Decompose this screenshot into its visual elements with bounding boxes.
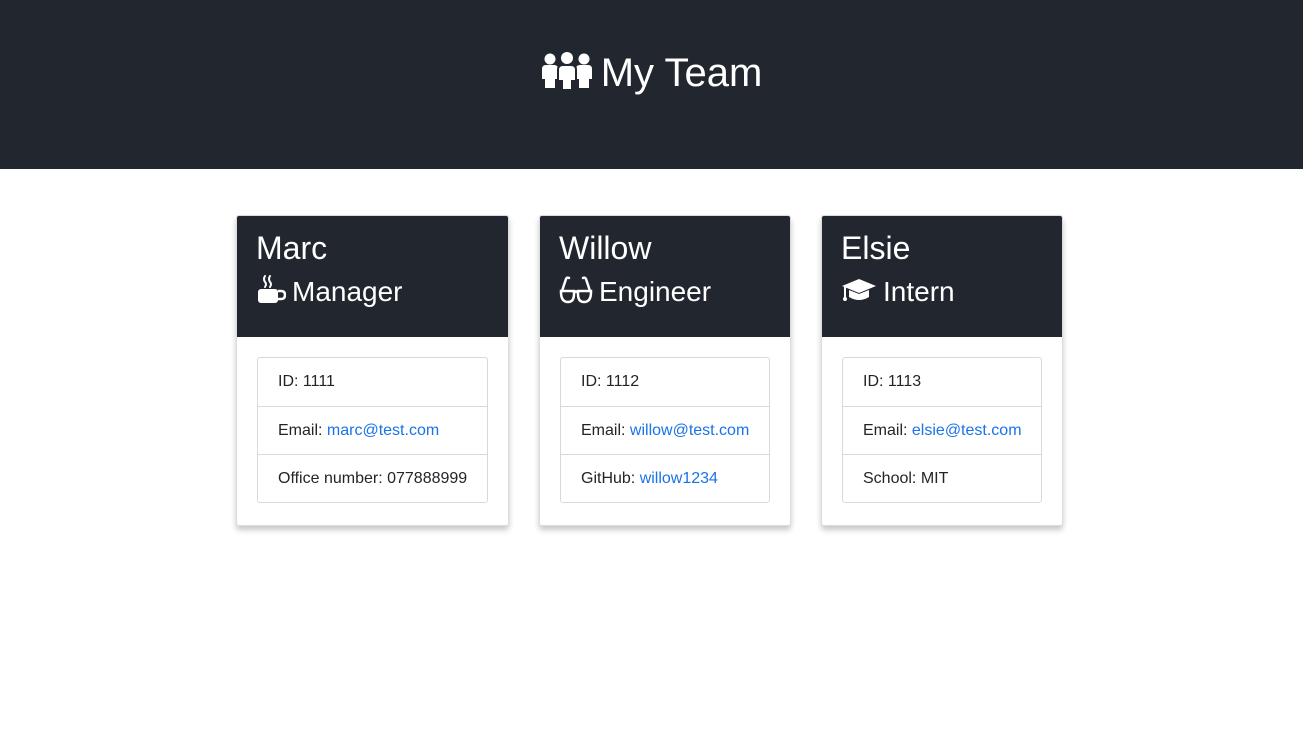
employee-role-label: Manager [292, 276, 403, 307]
coffee-mug-icon [258, 275, 286, 303]
page-title-text: My Team [600, 51, 763, 95]
employee-details-list: ID: 1113 Email: elsie@test.com School: M… [842, 357, 1042, 503]
email-label: Email: [278, 422, 327, 439]
github-link[interactable]: willow1234 [640, 470, 718, 487]
page-header: My Team [0, 0, 1303, 169]
employee-name: Elsie [841, 230, 911, 266]
users-icon [541, 52, 592, 90]
id-value: 1112 [605, 373, 640, 390]
office-number-value: 077888999 [387, 470, 468, 487]
school-row: School: MIT [843, 454, 1041, 502]
id-label: ID: [581, 373, 606, 390]
email-link[interactable]: willow@test.com [630, 422, 749, 439]
id-label: ID: [863, 373, 888, 390]
card-header: Willow Engineer [540, 216, 790, 337]
employee-email-row: Email: willow@test.com [561, 406, 769, 454]
card-header: Marc Manager [237, 216, 508, 337]
employee-role-label: Engineer [599, 276, 712, 307]
github-label: GitHub: [581, 470, 640, 487]
employee-role: Engineer [559, 274, 790, 310]
employee-role: Intern [841, 274, 1062, 310]
email-link[interactable]: marc@test.com [327, 422, 439, 439]
employee-name: Marc [256, 230, 328, 266]
employee-details-list: ID: 1112 Email: willow@test.com GitHub: … [560, 357, 770, 503]
employee-email-row: Email: marc@test.com [258, 406, 487, 454]
glasses-icon [559, 276, 593, 304]
office-number-row: Office number: 077888999 [258, 454, 487, 502]
employee-card-engineer: Willow Engineer ID: 1112 Email: willow@t… [539, 215, 791, 526]
page-title: My Team [0, 50, 1303, 96]
employee-id-row: ID: 1112 [561, 358, 769, 406]
employee-email-row: Email: elsie@test.com [843, 406, 1041, 454]
github-row: GitHub: willow1234 [561, 454, 769, 502]
employee-id-row: ID: 1111 [258, 358, 487, 406]
employee-role: Manager [256, 274, 508, 310]
card-body: ID: 1111 Email: marc@test.com Office num… [237, 337, 508, 523]
employee-id-row: ID: 1113 [843, 358, 1041, 406]
card-body: ID: 1113 Email: elsie@test.com School: M… [822, 337, 1062, 523]
employee-name: Willow [559, 230, 652, 266]
employee-details-list: ID: 1111 Email: marc@test.com Office num… [257, 357, 488, 503]
email-link[interactable]: elsie@test.com [912, 422, 1022, 439]
employee-role-label: Intern [883, 276, 955, 307]
employee-card-intern: Elsie Intern ID: 1113 Email: elsie@test.… [821, 215, 1063, 526]
email-label: Email: [581, 422, 630, 439]
school-label: School: [863, 470, 921, 487]
card-header: Elsie Intern [822, 216, 1062, 337]
id-label: ID: [278, 373, 303, 390]
id-value: 1111 [302, 373, 335, 390]
email-label: Email: [863, 422, 912, 439]
graduation-cap-icon [842, 279, 876, 301]
employee-card-manager: Marc Manager ID: 1111 Email: marc@test.c… [236, 215, 509, 526]
school-value: MIT [920, 470, 949, 487]
office-number-label: Office number: [278, 470, 388, 487]
card-body: ID: 1112 Email: willow@test.com GitHub: … [540, 337, 790, 523]
id-value: 1113 [887, 373, 922, 390]
